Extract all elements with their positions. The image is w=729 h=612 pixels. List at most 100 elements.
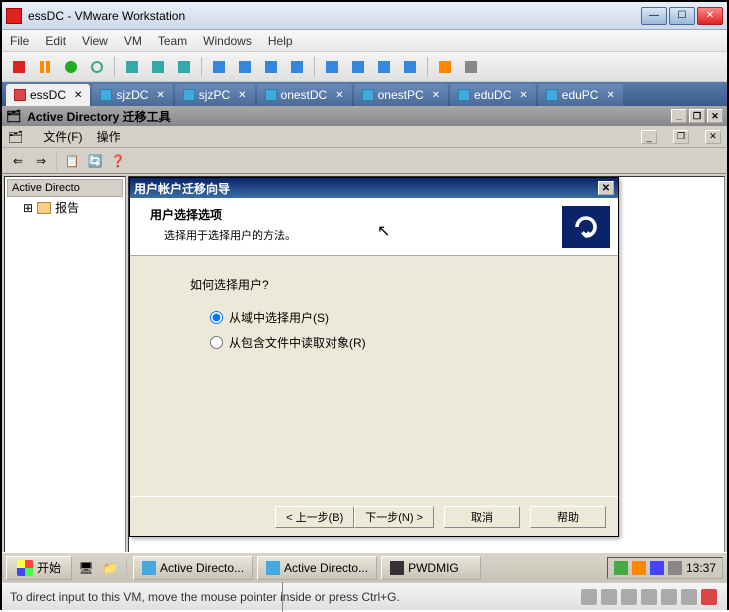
menu-help[interactable]: Help	[268, 34, 293, 48]
misc2-button[interactable]	[460, 56, 482, 78]
tray-network-icon[interactable]	[650, 561, 664, 575]
tab-close-icon[interactable]: ✕	[335, 90, 343, 101]
task-icon	[390, 561, 404, 575]
tray-icon[interactable]	[614, 561, 628, 575]
menu-windows[interactable]: Windows	[203, 34, 252, 48]
doc-minimize-button[interactable]: _	[641, 130, 657, 144]
menu-team[interactable]: Team	[158, 34, 187, 48]
vmware-titlebar: essDC - VMware Workstation — ☐ ✕	[2, 2, 727, 30]
guest-menu-action[interactable]: 操作	[97, 128, 121, 145]
vmware-title: essDC - VMware Workstation	[28, 9, 639, 23]
radio-label: 从包含文件中读取对象(R)	[229, 334, 366, 351]
taskbar-item-2[interactable]: Active Directo...	[257, 556, 377, 580]
tab-close-icon[interactable]: ✕	[606, 90, 614, 101]
admt-icon: 🗂	[6, 109, 21, 123]
radio-file[interactable]	[210, 336, 223, 349]
start-button[interactable]: 开始	[6, 556, 72, 580]
menu-vm[interactable]: VM	[124, 34, 142, 48]
revert-button[interactable]	[147, 56, 169, 78]
guest-menu-file[interactable]: 文件(F)	[43, 128, 82, 145]
prop-button[interactable]: 📋	[62, 151, 82, 171]
tree-root[interactable]: Active Directo	[7, 179, 123, 197]
start-label: 开始	[37, 559, 61, 576]
tree-expand-icon[interactable]: ⊞	[23, 201, 33, 215]
wizard-title: 用户帐户迁移向导	[134, 180, 230, 197]
tray-volume-icon[interactable]	[668, 561, 682, 575]
view1-button[interactable]	[208, 56, 230, 78]
wizard-cancel-button[interactable]: 取消	[444, 506, 520, 528]
vm-icon	[14, 89, 26, 101]
tab-close-icon[interactable]: ✕	[156, 90, 164, 101]
wizard-body: 如何选择用户? 从域中选择用户(S) 从包含文件中读取对象(R)	[130, 256, 618, 496]
wizard-help-button[interactable]: 帮助	[530, 506, 606, 528]
tile2-button[interactable]	[347, 56, 369, 78]
wizard-option-file[interactable]: 从包含文件中读取对象(R)	[210, 334, 578, 351]
wizard-back-button[interactable]: < 上一步(B)	[275, 506, 354, 528]
vmware-app-icon	[6, 8, 22, 24]
wizard-close-button[interactable]: ✕	[598, 181, 614, 195]
tab-label: eduPC	[562, 88, 599, 102]
system-tray: 13:37	[607, 557, 723, 579]
quick-launch-desktop[interactable]: 🖥	[76, 558, 96, 578]
view4-button[interactable]	[286, 56, 308, 78]
wizard-next-button[interactable]: 下一步(N) >	[354, 506, 434, 528]
tree-item-reports[interactable]: ⊞ 报告	[7, 197, 123, 218]
guest-window-titlebar: 🗂 Active Directory 迁移工具 _ ❐ ✕	[2, 106, 727, 126]
tile1-button[interactable]	[321, 56, 343, 78]
misc1-button[interactable]	[434, 56, 456, 78]
maximize-button[interactable]: ☐	[669, 7, 695, 25]
tile3-button[interactable]	[373, 56, 395, 78]
tree-item-label: 报告	[55, 199, 79, 216]
guest-restore-button[interactable]: ❐	[689, 109, 705, 123]
toolbar-separator	[314, 57, 315, 77]
play-button[interactable]	[60, 56, 82, 78]
tab-close-icon[interactable]: ✕	[519, 90, 527, 101]
windows-logo-icon	[17, 560, 33, 576]
tab-edudc[interactable]: eduDC✕	[450, 84, 536, 106]
snapshot-button[interactable]	[121, 56, 143, 78]
doc-restore-button[interactable]: ❐	[673, 130, 689, 144]
wizard-titlebar[interactable]: 用户帐户迁移向导 ✕	[130, 178, 618, 198]
menu-view[interactable]: View	[82, 34, 108, 48]
pause-button[interactable]	[34, 56, 56, 78]
view2-button[interactable]	[234, 56, 256, 78]
tab-close-icon[interactable]: ✕	[74, 90, 82, 101]
forward-button[interactable]: ⇒	[31, 151, 51, 171]
stop-button[interactable]	[8, 56, 30, 78]
tab-onestpc[interactable]: onestPC✕	[354, 84, 448, 106]
vm-icon	[183, 89, 195, 101]
tab-sjzpc[interactable]: sjzPC✕	[175, 84, 255, 106]
tray-clock[interactable]: 13:37	[686, 561, 716, 575]
wizard-option-domain[interactable]: 从域中选择用户(S)	[210, 309, 578, 326]
reset-button[interactable]	[86, 56, 108, 78]
guest-minimize-button[interactable]: _	[671, 109, 687, 123]
taskbar-item-3[interactable]: PWDMIG	[381, 556, 481, 580]
tab-close-icon[interactable]: ✕	[432, 90, 440, 101]
minimize-button[interactable]: —	[641, 7, 667, 25]
close-button[interactable]: ✕	[697, 7, 723, 25]
view3-button[interactable]	[260, 56, 282, 78]
doc-close-button[interactable]: ✕	[705, 130, 721, 144]
tab-close-icon[interactable]: ✕	[238, 90, 246, 101]
quick-launch-app[interactable]: 📁	[100, 558, 120, 578]
vm-icon	[546, 89, 558, 101]
tab-label: onestDC	[281, 88, 328, 102]
menu-edit[interactable]: Edit	[45, 34, 66, 48]
guest-close-button[interactable]: ✕	[707, 109, 723, 123]
guest-toolbar: ⇐ ⇒ 📋 🔄 ❓	[2, 148, 727, 174]
tile4-button[interactable]	[399, 56, 421, 78]
wizard-header: 用户选择选项 选择用于选择用户的方法。	[130, 198, 618, 256]
help-button[interactable]: ❓	[108, 151, 128, 171]
wizard-header-subtitle: 选择用于选择用户的方法。	[150, 227, 562, 243]
tab-sjzdc[interactable]: sjzDC✕	[92, 84, 172, 106]
back-button[interactable]: ⇐	[8, 151, 28, 171]
tab-essdc[interactable]: essDC✕	[6, 84, 90, 106]
taskbar-item-1[interactable]: Active Directo...	[133, 556, 253, 580]
refresh-button[interactable]: 🔄	[85, 151, 105, 171]
manage-button[interactable]	[173, 56, 195, 78]
tray-icon[interactable]	[632, 561, 646, 575]
menu-file[interactable]: File	[10, 34, 29, 48]
tab-edupc[interactable]: eduPC ✕	[538, 84, 623, 106]
tab-onestdc[interactable]: onestDC ✕	[257, 84, 352, 106]
radio-domain[interactable]	[210, 311, 223, 324]
